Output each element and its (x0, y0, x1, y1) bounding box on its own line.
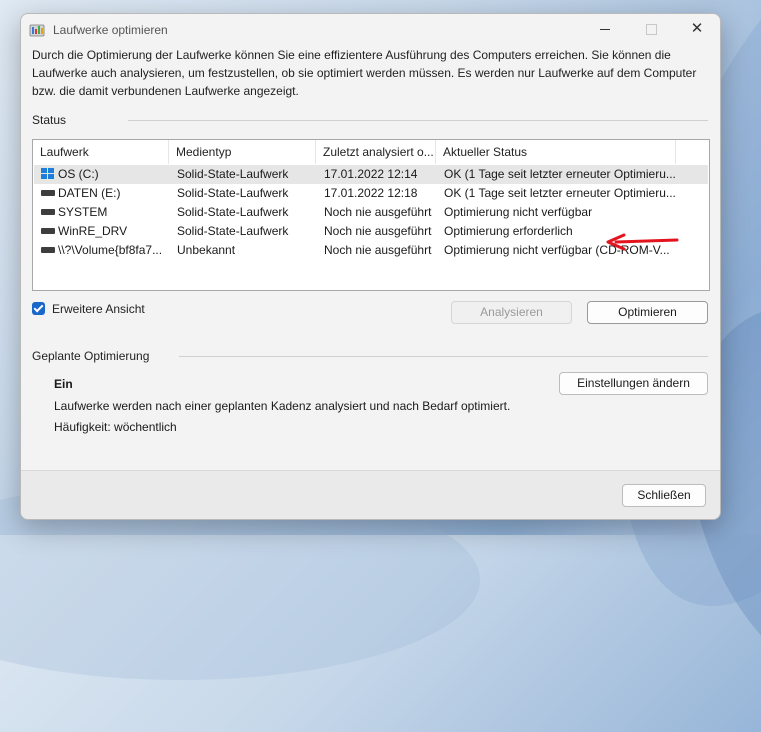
optimize-drives-window: Laufwerke optimieren ✕ Durch die Optimie… (20, 13, 721, 520)
media-type-cell: Solid-State-Laufwerk (177, 205, 289, 219)
title-bar[interactable]: Laufwerke optimieren ✕ (21, 14, 720, 46)
drive-name: DATEN (E:) (58, 186, 121, 200)
table-row[interactable]: DATEN (E:) Solid-State-Laufwerk 17.01.20… (34, 184, 708, 203)
column-header-last-analyzed[interactable]: Zuletzt analysiert o... (316, 140, 436, 164)
intro-text: Durch die Optimierung der Laufwerke könn… (32, 48, 697, 98)
scheduled-optimization-label: Geplante Optimierung (32, 349, 150, 363)
last-analyzed-cell: Noch nie ausgeführt (324, 224, 432, 238)
advanced-view-label[interactable]: Erweitere Ansicht (52, 302, 145, 316)
defrag-app-icon (29, 24, 45, 37)
media-type-cell: Unbekannt (177, 243, 236, 257)
table-row[interactable]: OS (C:) Solid-State-Laufwerk 17.01.2022 … (34, 165, 708, 184)
status-group-label: Status (32, 113, 67, 127)
drive-icon (41, 189, 55, 196)
drive-icon (41, 246, 55, 253)
media-type-cell: Solid-State-Laufwerk (177, 167, 289, 181)
drive-cell: SYSTEM (34, 203, 170, 222)
drive-cell: WinRE_DRV (34, 222, 170, 241)
drives-list-header: Laufwerk Medientyp Zuletzt analysiert o.… (33, 140, 709, 164)
media-type-cell: Solid-State-Laufwerk (177, 224, 289, 238)
drives-list[interactable]: Laufwerk Medientyp Zuletzt analysiert o.… (32, 139, 710, 291)
drive-name: WinRE_DRV (58, 224, 128, 238)
drive-cell: OS (C:) (34, 165, 170, 184)
table-row[interactable]: SYSTEM Solid-State-Laufwerk Noch nie aus… (34, 203, 708, 222)
schedule-group-divider (179, 356, 708, 357)
drive-name: OS (C:) (58, 167, 99, 181)
column-header-current-status[interactable]: Aktueller Status (436, 140, 676, 164)
drive-icon (41, 227, 55, 234)
analyze-button[interactable]: Analysieren (451, 301, 572, 324)
last-analyzed-cell: 17.01.2022 12:18 (324, 186, 418, 200)
drive-icon (41, 208, 55, 215)
status-group-divider (128, 120, 708, 121)
minimize-button[interactable] (582, 14, 628, 46)
last-analyzed-cell: 17.01.2022 12:14 (324, 167, 418, 181)
red-arrow-annotation-icon (606, 233, 679, 251)
current-status-cell: OK (1 Tage seit letzter erneuter Optimie… (444, 186, 676, 200)
close-icon: ✕ (690, 20, 704, 37)
drive-cell: DATEN (E:) (34, 184, 170, 203)
last-analyzed-cell: Noch nie ausgeführt (324, 205, 432, 219)
current-status-cell: Optimierung nicht verfügbar (444, 205, 593, 219)
drive-name: SYSTEM (58, 205, 108, 219)
schedule-frequency: Häufigkeit: wöchentlich (54, 420, 177, 434)
window-title: Laufwerke optimieren (53, 23, 168, 37)
windows-drive-icon (41, 167, 55, 180)
drive-name: \\?\Volume{bf8fa7... (58, 243, 163, 257)
drive-cell: \\?\Volume{bf8fa7... (34, 241, 170, 260)
schedule-description: Laufwerke werden nach einer geplanten Ka… (54, 399, 511, 413)
minimize-icon (600, 29, 610, 31)
maximize-icon (645, 24, 657, 36)
maximize-button[interactable] (628, 14, 674, 46)
advanced-view-checkbox[interactable] (32, 302, 45, 315)
close-button[interactable]: Schließen (622, 484, 706, 507)
optimize-button[interactable]: Optimieren (587, 301, 708, 324)
media-type-cell: Solid-State-Laufwerk (177, 186, 289, 200)
current-status-cell: OK (1 Tage seit letzter erneuter Optimie… (444, 167, 676, 181)
change-settings-button[interactable]: Einstellungen ändern (559, 372, 708, 395)
dialog-footer: Schließen (21, 470, 720, 519)
last-analyzed-cell: Noch nie ausgeführt (324, 243, 432, 257)
column-header-drive[interactable]: Laufwerk (33, 140, 169, 164)
column-header-media-type[interactable]: Medientyp (169, 140, 316, 164)
schedule-state: Ein (54, 377, 73, 391)
close-window-button[interactable]: ✕ (674, 14, 720, 46)
